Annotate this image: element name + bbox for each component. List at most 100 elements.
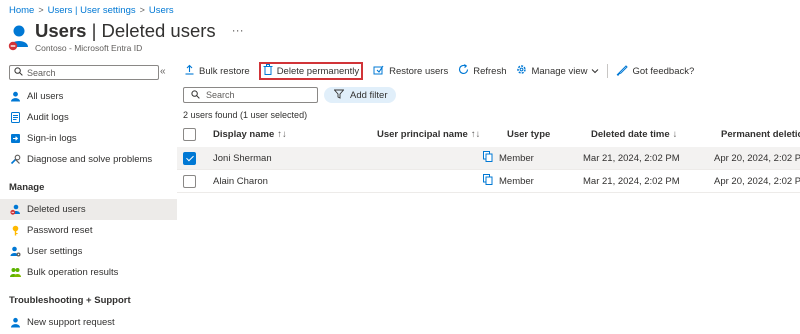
support-icon	[10, 317, 21, 328]
key-icon	[10, 225, 21, 236]
copy-icon[interactable]	[483, 151, 493, 162]
table-row[interactable]: Alain Charon Member Mar 21, 2024, 2:02 P…	[177, 170, 800, 193]
cell-deleted-date: Mar 21, 2024, 2:02 PM	[583, 153, 680, 164]
sidebar-item-label: All users	[27, 91, 64, 102]
chevron-down-icon	[591, 66, 599, 77]
row-checkbox[interactable]	[183, 175, 196, 188]
restore-users-button[interactable]: Restore users	[370, 63, 451, 79]
refresh-label: Refresh	[473, 65, 507, 77]
manage-section-heading: Manage	[9, 182, 45, 193]
column-deleted-date[interactable]: Deleted date time ↓	[591, 129, 677, 140]
sidebar-item-password-reset[interactable]: Password reset	[0, 220, 177, 241]
command-bar: Bulk restore Delete permanently Restore …	[181, 62, 697, 80]
sidebar-item-diagnose[interactable]: Diagnose and solve problems	[0, 149, 177, 170]
sidebar-item-label: Password reset	[27, 225, 93, 236]
column-upn[interactable]: User principal name ↑↓	[377, 129, 480, 140]
column-user-type[interactable]: User type	[507, 129, 550, 140]
page-title-rest: | Deleted users	[86, 20, 216, 41]
gear-icon	[516, 64, 527, 78]
add-filter-label: Add filter	[350, 89, 388, 101]
delete-permanently-button[interactable]: Delete permanently	[258, 62, 364, 80]
cell-display-name[interactable]: Alain Charon	[213, 176, 268, 187]
column-deleted-date-label: Deleted date time	[591, 129, 670, 140]
row-checkbox[interactable]	[183, 152, 196, 165]
sidebar-item-label: Deleted users	[27, 204, 86, 215]
collapse-sidebar-button[interactable]: «	[160, 66, 166, 77]
sidebar-item-bulk-results[interactable]: Bulk operation results	[0, 262, 177, 283]
cell-permanent-deletion: Apr 20, 2024, 2:02 PM	[714, 153, 800, 164]
user-icon	[10, 91, 21, 102]
search-icon	[191, 89, 200, 101]
column-permanent-deletion[interactable]: Permanent deletion	[721, 129, 800, 140]
copy-icon[interactable]	[483, 174, 493, 185]
sidebar-item-label: Sign-in logs	[27, 133, 77, 144]
user-settings-icon	[10, 246, 21, 257]
cell-user-type: Member	[499, 176, 534, 187]
column-display-name[interactable]: Display name ↑↓	[213, 129, 287, 140]
cell-deleted-date: Mar 21, 2024, 2:02 PM	[583, 176, 680, 187]
cell-display-name[interactable]: Joni Sherman	[213, 153, 272, 164]
wrench-icon	[10, 154, 21, 165]
sidebar-item-label: Bulk operation results	[27, 267, 119, 278]
restore-users-label: Restore users	[389, 65, 449, 77]
page-header: Users | Deleted users ··· Contoso - Micr…	[8, 20, 244, 53]
sidebar-item-label: Diagnose and solve problems	[27, 154, 153, 165]
support-section-heading: Troubleshooting + Support	[9, 295, 131, 306]
sidebar-search-input[interactable]: Search	[9, 65, 159, 80]
cell-permanent-deletion: Apr 20, 2024, 2:02 PM	[714, 176, 800, 187]
table-row[interactable]: Joni Sherman Member Mar 21, 2024, 2:02 P…	[177, 147, 800, 170]
page-subtitle: Contoso - Microsoft Entra ID	[35, 43, 143, 53]
bulk-results-icon	[10, 267, 21, 278]
restore-user-icon	[373, 64, 385, 78]
toolbar-divider	[607, 64, 609, 78]
column-upn-label: User principal name	[377, 129, 468, 140]
sidebar-item-audit-logs[interactable]: Audit logs	[0, 107, 177, 128]
sidebar-item-new-support-request[interactable]: New support request	[0, 312, 177, 333]
sidebar-item-label: Audit logs	[27, 112, 69, 123]
breadcrumb: Home > Users | User settings > Users	[9, 4, 174, 16]
more-options-button[interactable]: ···	[232, 23, 244, 37]
feedback-icon	[616, 64, 629, 79]
bulk-restore-button[interactable]: Bulk restore	[181, 63, 253, 79]
page-title: Users | Deleted users	[35, 20, 216, 42]
breadcrumb-user-settings[interactable]: Users | User settings	[48, 5, 136, 16]
sort-icon: ↑↓	[470, 129, 481, 140]
breadcrumb-users[interactable]: Users	[149, 5, 174, 16]
refresh-button[interactable]: Refresh	[455, 63, 509, 79]
deleted-users-page-icon	[8, 23, 30, 51]
column-user-type-label: User type	[507, 129, 551, 140]
deleted-user-icon	[10, 204, 21, 215]
filter-bar: Search Add filter	[183, 86, 396, 104]
results-count: 2 users found (1 user selected)	[183, 110, 308, 120]
feedback-button[interactable]: Got feedback?	[613, 63, 697, 79]
sidebar-search-placeholder: Search	[27, 67, 56, 78]
sidebar-item-label: New support request	[27, 317, 115, 328]
filter-icon	[333, 89, 345, 102]
search-icon	[14, 66, 23, 79]
trash-icon	[263, 64, 273, 78]
bulk-restore-label: Bulk restore	[199, 65, 250, 77]
sort-icon: ↑↓	[277, 129, 287, 140]
manage-view-button[interactable]: Manage view	[513, 63, 602, 79]
audit-log-icon	[10, 112, 21, 123]
column-display-name-label: Display name	[213, 129, 275, 140]
sidebar-item-sign-in-logs[interactable]: Sign-in logs	[0, 128, 177, 149]
search-placeholder: Search	[206, 90, 235, 100]
column-permanent-label: Permanent deletion	[721, 129, 800, 140]
upload-icon	[184, 64, 195, 78]
select-all-checkbox[interactable]	[183, 128, 196, 141]
sidebar-item-deleted-users[interactable]: Deleted users	[0, 199, 177, 220]
manage-view-label: Manage view	[531, 65, 588, 77]
breadcrumb-home[interactable]: Home	[9, 5, 34, 16]
delete-permanently-label: Delete permanently	[276, 65, 360, 77]
add-filter-button[interactable]: Add filter	[324, 87, 396, 103]
search-input[interactable]: Search	[183, 87, 318, 103]
sort-descending-icon: ↓	[672, 129, 678, 140]
sidebar-item-all-users[interactable]: All users	[0, 86, 177, 107]
page-title-bold: Users	[35, 20, 87, 41]
sidebar-item-user-settings[interactable]: User settings	[0, 241, 177, 262]
cell-user-type: Member	[499, 153, 534, 164]
chevron-right-icon: >	[139, 5, 145, 15]
feedback-label: Got feedback?	[632, 65, 695, 77]
sign-in-icon	[10, 133, 21, 144]
